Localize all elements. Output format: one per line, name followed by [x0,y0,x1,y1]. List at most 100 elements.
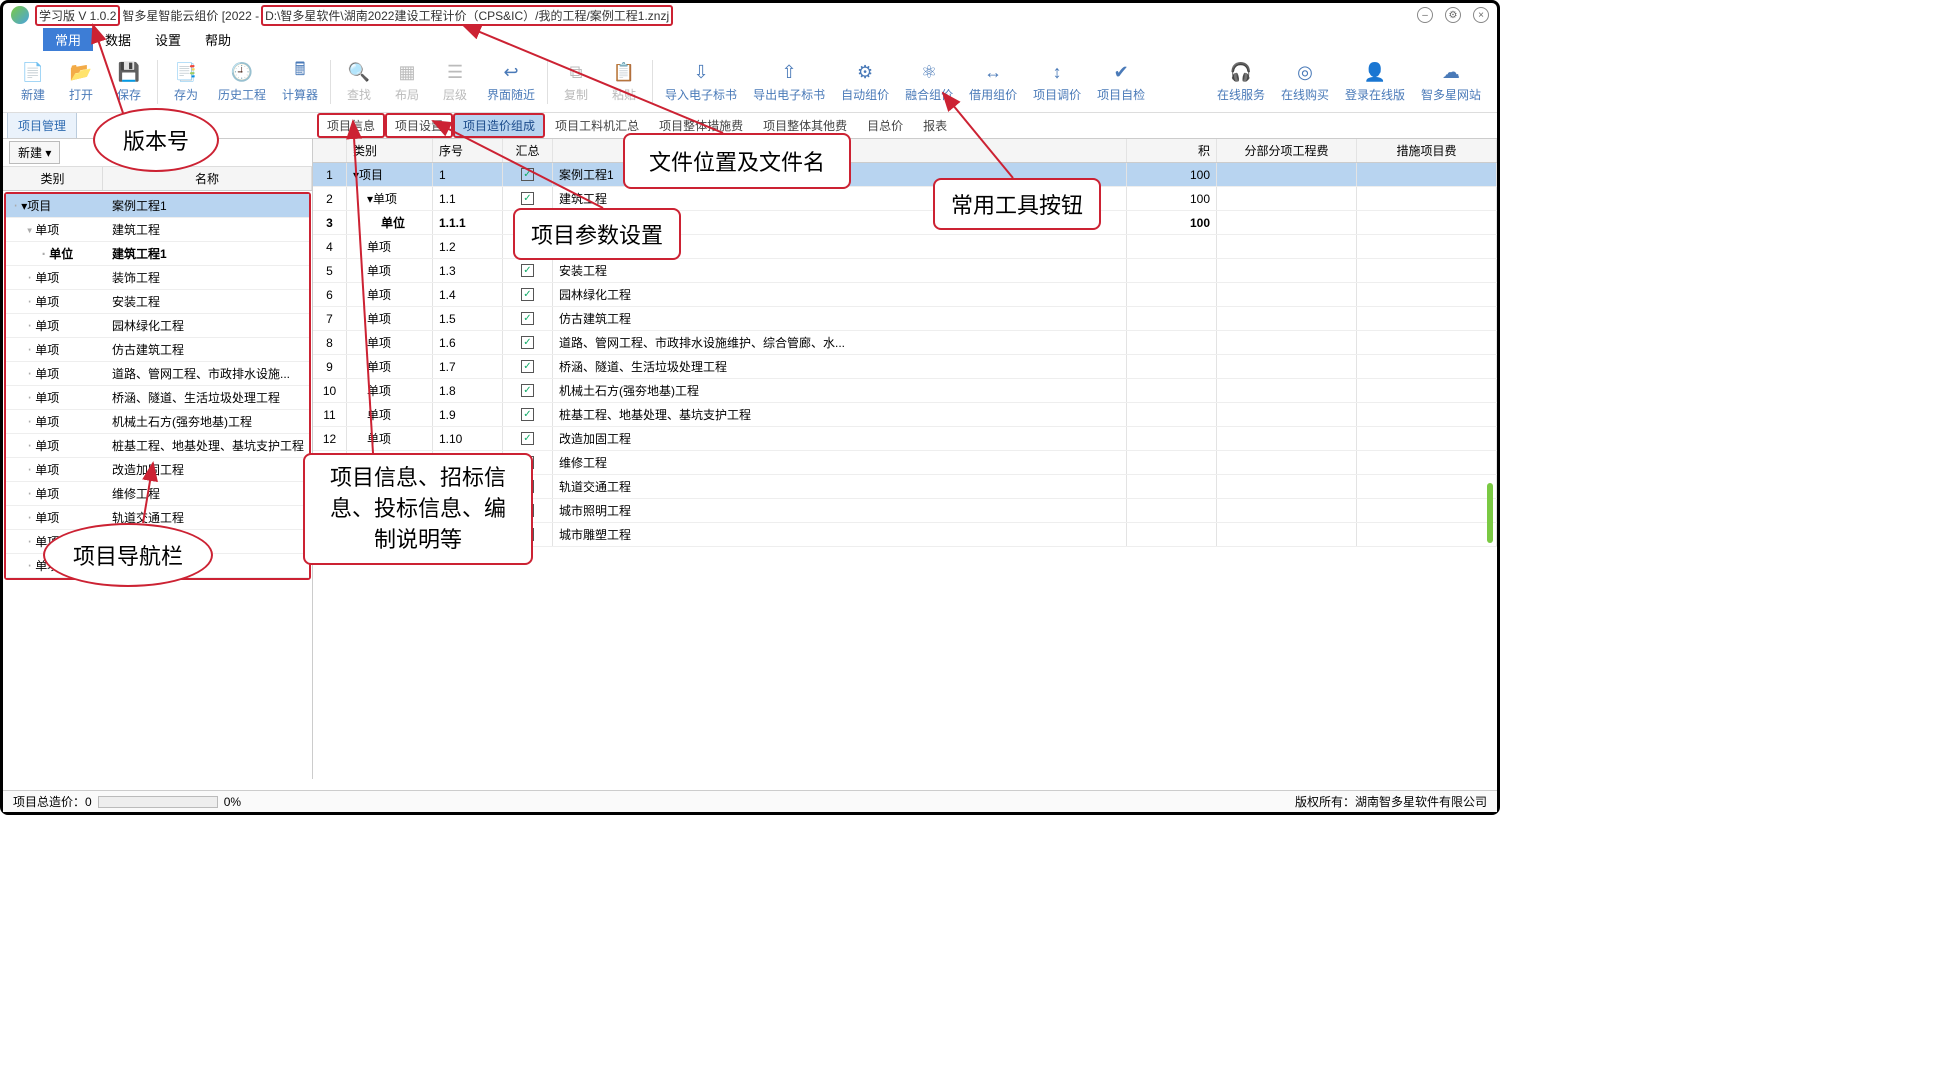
tree-row[interactable]: ·单项道路、管网工程、市政排水设施... [6,362,309,386]
checkbox-icon[interactable]: ✓ [521,168,534,181]
tb-保存[interactable]: 💾保存 [105,56,153,107]
checkbox-icon[interactable]: ✓ [521,432,534,445]
sidebar: 新建 ▾ 类别 名称 ·▾项目案例工程1▾单项建筑工程·单位建筑工程1·单项装饰… [3,139,313,779]
布局-icon: ▦ [395,60,419,84]
tb-在线服务[interactable]: 🎧在线服务 [1209,56,1273,107]
tab-project-mgmt[interactable]: 项目管理 [7,112,77,138]
grid-row[interactable]: 2▾单项1.1✓建筑工程100 [313,187,1497,211]
checkbox-icon[interactable]: ✓ [521,408,534,421]
tree-row[interactable]: ▾单项建筑工程 [6,218,309,242]
tab-报表[interactable]: 报表 [913,113,957,138]
导入电子标书-icon: ⇩ [689,60,713,84]
grid-row[interactable]: 10单项1.8✓机械土石方(强夯地基)工程 [313,379,1497,403]
tb-在线购买[interactable]: ◎在线购买 [1273,56,1337,107]
层级-icon: ☰ [443,60,467,84]
new-dropdown[interactable]: 新建 ▾ [9,141,60,164]
grid-row[interactable]: 4单项1.2✓装饰工程 [313,235,1497,259]
checkbox-icon[interactable]: ✓ [521,192,534,205]
menu-数据[interactable]: 数据 [93,28,143,51]
grid-row[interactable]: 7单项1.5✓仿古建筑工程 [313,307,1497,331]
menu-常用[interactable]: 常用 [43,28,93,51]
tb-智多星网站[interactable]: ☁智多星网站 [1413,56,1489,107]
tree-row[interactable]: ·单项维修工程 [6,482,309,506]
grid-row[interactable]: 9单项1.7✓桥涵、隧道、生活垃圾处理工程 [313,355,1497,379]
粘贴-icon: 📋 [612,60,636,84]
grid-row[interactable]: 3单位1.1.1✓建筑工程1100 [313,211,1497,235]
menubar: 常用数据设置帮助 [3,27,1497,51]
col-category: 类别 [3,167,103,190]
project-tree: ·▾项目案例工程1▾单项建筑工程·单位建筑工程1·单项装饰工程·单项安装工程·单… [4,192,311,580]
tb-计算器[interactable]: 🖩计算器 [274,56,326,107]
tree-row[interactable]: ·▾项目案例工程1 [6,194,309,218]
tree-row[interactable]: ·单项仿古建筑工程 [6,338,309,362]
tb-项目调价[interactable]: ↕项目调价 [1025,56,1089,107]
tb-融合组价[interactable]: ⚛融合组价 [897,56,961,107]
grid-row[interactable]: 1▾项目1✓案例工程1100 [313,163,1497,187]
callout-projparam: 项目参数设置 [513,208,681,260]
grid-row[interactable]: 12单项1.10✓改造加固工程 [313,427,1497,451]
tree-row[interactable]: ·单项机械土石方(强夯地基)工程 [6,410,309,434]
打开-icon: 📂 [69,60,93,84]
settings-button[interactable]: ⚙ [1445,7,1461,23]
copyright: 版权所有：湖南智多星软件有限公司 [1295,793,1487,810]
存为-icon: 📑 [174,60,198,84]
tb-粘贴: 📋粘贴 [600,56,648,107]
tb-历史工程[interactable]: 🕘历史工程 [210,56,274,107]
total-cost-label: 项目总造价：0 [13,793,92,810]
scrollbar-thumb[interactable] [1487,483,1493,543]
toolbar: 📄新建📂打开💾保存📑存为🕘历史工程🖩计算器🔍查找▦布局☰层级↩界面随近⧉复制📋粘… [3,51,1497,113]
menu-设置[interactable]: 设置 [143,28,193,51]
grid-row[interactable]: 5单项1.3✓安装工程 [313,259,1497,283]
tb-导出电子标书[interactable]: ⇧导出电子标书 [745,56,833,107]
grid-row[interactable]: 8单项1.6✓道路、管网工程、市政排水设施维护、综合管廊、水... [313,331,1497,355]
融合组价-icon: ⚛ [917,60,941,84]
tb-打开[interactable]: 📂打开 [57,56,105,107]
separator [157,60,158,104]
保存-icon: 💾 [117,60,141,84]
tb-新建[interactable]: 📄新建 [9,56,57,107]
tab-目总价[interactable]: 目总价 [857,113,913,138]
file-path: D:\智多星软件\湖南2022建设工程计价（CPS&IC）/我的工程/案例工程1… [261,5,673,26]
separator [330,60,331,104]
menu-帮助[interactable]: 帮助 [193,28,243,51]
tree-row[interactable]: ·单项装饰工程 [6,266,309,290]
tree-row[interactable]: ·单项安装工程 [6,290,309,314]
progress-pct: 0% [224,795,241,809]
登录在线版-icon: 👤 [1363,60,1387,84]
导出电子标书-icon: ⇧ [777,60,801,84]
tree-row[interactable]: ·单项桥涵、隧道、生活垃圾处理工程 [6,386,309,410]
tree-row[interactable]: ·单项改造加固工程 [6,458,309,482]
tb-项目自检[interactable]: ✔项目自检 [1089,56,1153,107]
grid-row[interactable]: 11单项1.9✓桩基工程、地基处理、基坑支护工程 [313,403,1497,427]
checkbox-icon[interactable]: ✓ [521,288,534,301]
checkbox-icon[interactable]: ✓ [521,360,534,373]
tb-界面随近[interactable]: ↩界面随近 [479,56,543,107]
col-rownum [313,139,347,162]
separator [547,60,548,104]
col-area: 积 [1127,139,1217,162]
tab-项目设置[interactable]: 项目设置 [385,113,453,138]
tb-复制: ⧉复制 [552,56,600,107]
checkbox-icon[interactable]: ✓ [521,384,534,397]
在线服务-icon: 🎧 [1229,60,1253,84]
grid-row[interactable]: 6单项1.4✓园林绿化工程 [313,283,1497,307]
项目自检-icon: ✔ [1109,60,1133,84]
tab-项目造价组成[interactable]: 项目造价组成 [453,113,545,138]
tb-存为[interactable]: 📑存为 [162,56,210,107]
tree-row[interactable]: ·单项园林绿化工程 [6,314,309,338]
checkbox-icon[interactable]: ✓ [521,336,534,349]
tree-row[interactable]: ·单位建筑工程1 [6,242,309,266]
自动组价-icon: ⚙ [853,60,877,84]
minimize-button[interactable]: – [1417,7,1433,23]
tb-导入电子标书[interactable]: ⇩导入电子标书 [657,56,745,107]
tb-自动组价[interactable]: ⚙自动组价 [833,56,897,107]
checkbox-icon[interactable]: ✓ [521,264,534,277]
checkbox-icon[interactable]: ✓ [521,312,534,325]
close-button[interactable]: × [1473,7,1489,23]
tb-登录在线版[interactable]: 👤登录在线版 [1337,56,1413,107]
tb-借用组价[interactable]: ↔借用组价 [961,56,1025,107]
col-seq: 序号 [433,139,503,162]
version-label: 学习版 V 1.0.2 [35,5,120,26]
tab-项目信息[interactable]: 项目信息 [317,113,385,138]
tree-row[interactable]: ·单项桩基工程、地基处理、基坑支护工程 [6,434,309,458]
